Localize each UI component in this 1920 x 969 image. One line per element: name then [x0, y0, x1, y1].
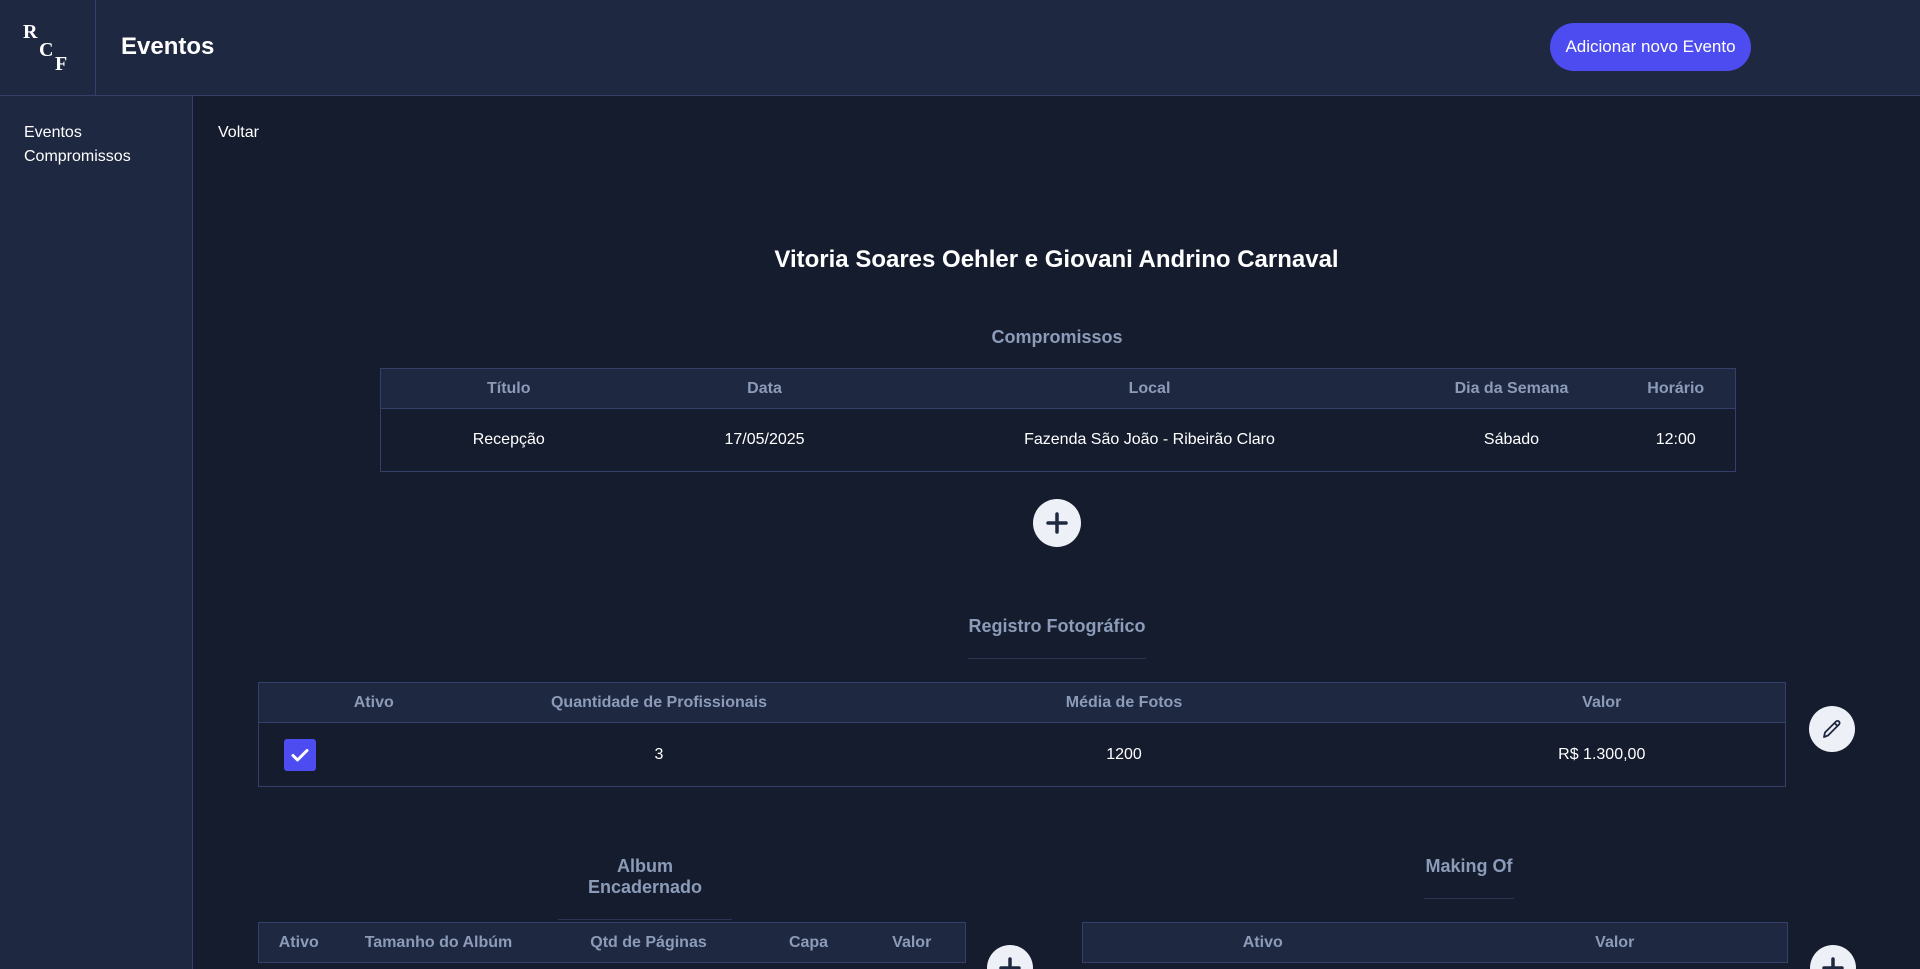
album-title-text: Album Encadernado — [587, 856, 703, 897]
logo[interactable]: R C F — [0, 0, 96, 96]
making-of-section-title: Making Of — [1424, 856, 1514, 899]
pencil-icon — [1823, 720, 1841, 738]
making-of-table: Ativo Valor — [1082, 922, 1788, 963]
column-header-ativo: Ativo — [258, 922, 339, 963]
column-header-data: Data — [636, 368, 893, 409]
plus-icon — [999, 957, 1021, 969]
section-divider — [1424, 898, 1514, 899]
check-icon — [291, 748, 309, 761]
making-of-title-text: Making Of — [1425, 856, 1513, 876]
page-title: Eventos — [121, 33, 215, 60]
table-row[interactable]: Recepção 17/05/2025 Fazenda São João - R… — [380, 408, 1736, 472]
plus-icon — [1822, 957, 1844, 969]
table-header-row: Título Data Local Dia da Semana Horário — [380, 368, 1736, 409]
cell-data: 17/05/2025 — [636, 408, 893, 472]
registro-title-text: Registro Fotográfico — [968, 616, 1146, 636]
column-header-titulo: Título — [380, 368, 637, 409]
column-header-media-fotos: Média de Fotos — [829, 682, 1419, 723]
logo-mark: R C F — [23, 21, 67, 75]
back-link[interactable]: Voltar — [218, 124, 259, 142]
sidebar: Eventos Compromissos — [0, 96, 193, 969]
registro-section-title: Registro Fotográfico — [968, 616, 1146, 659]
edit-registro-button[interactable] — [1809, 706, 1855, 752]
column-header-horario: Horário — [1616, 368, 1736, 409]
cell-media-fotos: 1200 — [829, 722, 1419, 787]
add-making-of-button[interactable] — [1810, 945, 1856, 969]
column-header-qtd-paginas: Qtd de Páginas — [538, 922, 759, 963]
top-header: R C F Eventos Adicionar novo Evento — [0, 0, 1920, 96]
column-header-valor: Valor — [1418, 682, 1786, 723]
album-table: Ativo Tamanho do Albúm Qtd de Páginas Ca… — [258, 922, 966, 963]
compromissos-title-text: Compromissos — [991, 327, 1123, 347]
registro-table: Ativo Quantidade de Profissionais Média … — [258, 682, 1786, 787]
table-row[interactable]: 3 1200 R$ 1.300,00 — [258, 722, 1786, 787]
table-header-row: Ativo Quantidade de Profissionais Média … — [258, 682, 1786, 723]
column-header-valor: Valor — [1442, 922, 1788, 963]
column-header-ativo: Ativo — [258, 682, 489, 723]
add-event-button[interactable]: Adicionar novo Evento — [1550, 23, 1751, 71]
cell-ativo — [258, 722, 489, 787]
add-album-button[interactable] — [987, 945, 1033, 969]
event-title: Vitoria Soares Oehler e Giovani Andrino … — [774, 246, 1339, 273]
column-header-capa: Capa — [758, 922, 859, 963]
section-divider — [558, 919, 732, 920]
album-section-title: Album Encadernado — [558, 856, 732, 920]
cell-quantidade: 3 — [488, 722, 830, 787]
cell-local: Fazenda São João - Ribeirão Claro — [892, 408, 1407, 472]
column-header-tamanho: Tamanho do Albúm — [338, 922, 539, 963]
ativo-checkbox[interactable] — [284, 738, 316, 771]
logo-letter-r: R — [23, 21, 38, 43]
column-header-quantidade: Quantidade de Profissionais — [488, 682, 830, 723]
add-compromisso-button[interactable] — [1033, 499, 1081, 547]
compromissos-section-title: Compromissos — [950, 327, 1164, 348]
cell-titulo: Recepção — [380, 408, 637, 472]
section-divider — [968, 658, 1146, 659]
plus-icon — [1046, 512, 1068, 534]
compromissos-table: Título Data Local Dia da Semana Horário … — [380, 368, 1736, 472]
column-header-valor: Valor — [858, 922, 966, 963]
column-header-local: Local — [892, 368, 1407, 409]
logo-letter-f: F — [55, 53, 67, 75]
table-header-row: Ativo Tamanho do Albúm Qtd de Páginas Ca… — [258, 922, 966, 963]
column-header-ativo: Ativo — [1082, 922, 1443, 963]
column-header-dia-semana: Dia da Semana — [1406, 368, 1617, 409]
logo-letter-c: C — [39, 39, 53, 61]
cell-valor: R$ 1.300,00 — [1418, 722, 1786, 787]
sidebar-item-eventos[interactable]: Eventos — [24, 124, 82, 142]
cell-dia-semana: Sábado — [1406, 408, 1617, 472]
cell-horario: 12:00 — [1616, 408, 1736, 472]
sidebar-item-compromissos[interactable]: Compromissos — [24, 148, 131, 166]
table-header-row: Ativo Valor — [1082, 922, 1788, 963]
